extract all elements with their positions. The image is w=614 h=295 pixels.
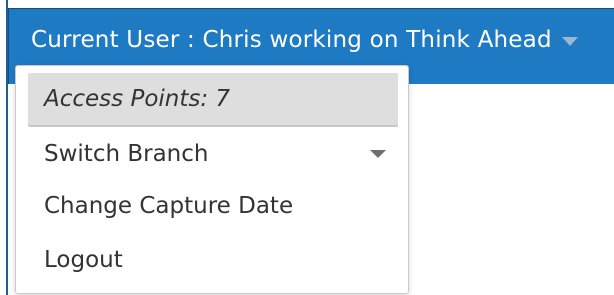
- chevron-down-icon: [370, 150, 386, 158]
- screen: Current User : Chris working on Think Ah…: [0, 0, 614, 295]
- access-points-item[interactable]: Access Points: 7: [28, 73, 398, 125]
- switch-branch-label: Switch Branch: [44, 141, 209, 167]
- access-points-label: Access Points: 7: [44, 86, 231, 112]
- user-dropdown-menu: Access Points: 7 Switch Branch Change Ca…: [15, 65, 409, 294]
- current-user-button[interactable]: Current User : Chris working on Think Ah…: [15, 15, 578, 65]
- chevron-down-icon: [561, 36, 578, 46]
- logout-item[interactable]: Logout: [16, 236, 408, 284]
- logout-label: Logout: [44, 247, 123, 273]
- switch-branch-item[interactable]: Switch Branch: [16, 130, 408, 178]
- left-edge-divider: [0, 0, 8, 295]
- current-user-label: Current User : Chris working on Think Ah…: [31, 27, 552, 53]
- change-capture-date-label: Change Capture Date: [44, 193, 294, 219]
- change-capture-date-item[interactable]: Change Capture Date: [16, 182, 408, 230]
